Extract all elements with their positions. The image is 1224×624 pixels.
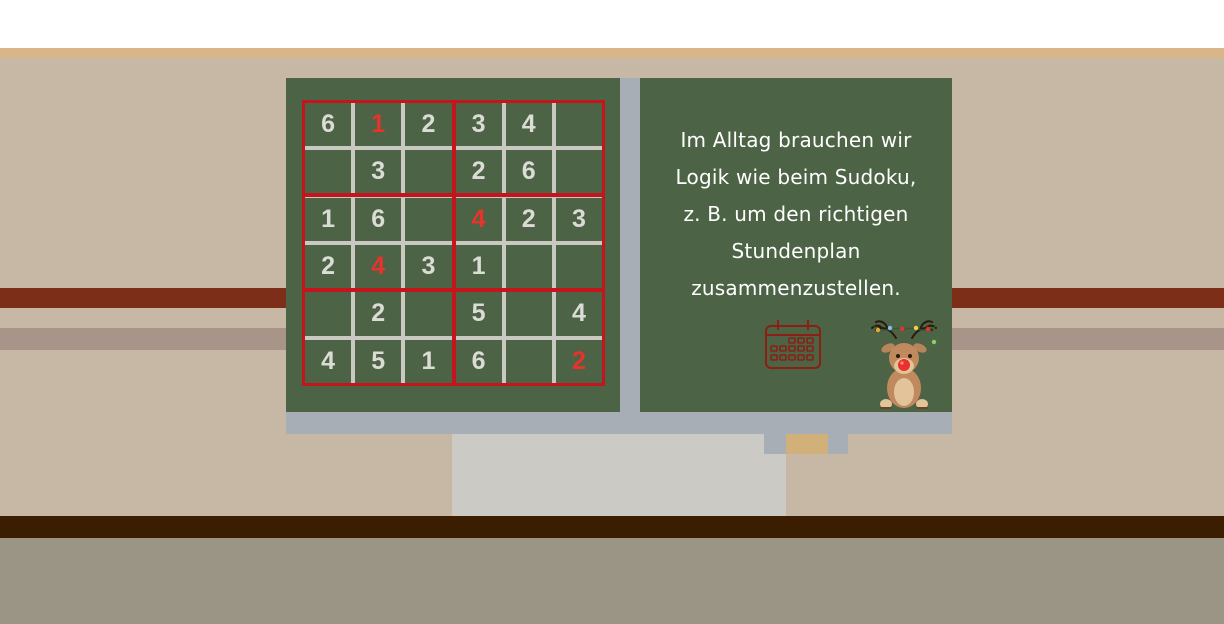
board-sponge [786, 434, 828, 454]
sudoku-cell-empty[interactable] [505, 339, 552, 383]
sudoku-cell[interactable]: 3 [455, 103, 502, 147]
sudoku-cell[interactable]: 2 [305, 244, 352, 289]
sudoku-cell[interactable]: 2 [505, 197, 552, 241]
sudoku-cell-empty[interactable] [305, 292, 352, 336]
board-text-line: zusammenzustellen. [691, 276, 901, 300]
sudoku-cell[interactable]: 5 [455, 292, 502, 336]
sudoku-cell-empty[interactable] [555, 150, 602, 194]
sudoku-box-divider-horizontal [302, 193, 605, 197]
sudoku-cell[interactable]: 6 [455, 339, 502, 383]
teacher-desk [452, 434, 786, 516]
sudoku-cell[interactable]: 3 [405, 244, 452, 289]
sudoku-cell[interactable]: 2 [455, 150, 502, 194]
sudoku-cell-empty[interactable] [505, 244, 552, 289]
calendar-icon [765, 320, 821, 369]
sudoku-cell[interactable]: 3 [355, 150, 402, 194]
board-text-line: Logik wie beim Sudoku, [675, 165, 917, 189]
sudoku-cell[interactable]: 4 [355, 244, 402, 289]
sudoku-cell[interactable]: 4 [505, 103, 552, 147]
sudoku-cell[interactable]: 4 [455, 197, 502, 241]
sudoku-cell[interactable]: 3 [555, 197, 602, 241]
sudoku-cell-empty[interactable] [405, 292, 452, 336]
sudoku-cell[interactable]: 2 [405, 103, 452, 147]
sudoku-box-divider-horizontal [302, 288, 605, 292]
board-text-line: Stundenplan [731, 239, 861, 263]
sudoku-box-divider-vertical [452, 100, 456, 386]
sudoku-cell[interactable]: 4 [305, 339, 352, 383]
board-text: Im Alltag brauchen wir Logik wie beim Su… [648, 122, 944, 307]
board-text-line: z. B. um den richtigen [683, 202, 909, 226]
sudoku-cell[interactable]: 6 [355, 197, 402, 241]
sudoku-cell[interactable]: 2 [555, 339, 602, 383]
sudoku-cell[interactable]: 6 [505, 150, 552, 194]
ceiling-trim [0, 48, 1224, 58]
sudoku-cell-empty[interactable] [405, 197, 452, 241]
sudoku-cell-empty[interactable] [555, 244, 602, 289]
sudoku-cell[interactable]: 1 [455, 244, 502, 289]
reindeer-illustration [871, 320, 937, 409]
sudoku-cell[interactable]: 1 [305, 197, 352, 241]
sudoku-cell-empty[interactable] [305, 150, 352, 194]
sudoku-cell-empty[interactable] [505, 292, 552, 336]
floor [0, 538, 1224, 624]
sudoku-cell[interactable]: 5 [355, 339, 402, 383]
sudoku-cell[interactable]: 1 [355, 103, 402, 147]
sudoku-cell[interactable]: 1 [405, 339, 452, 383]
sudoku-cell[interactable]: 4 [555, 292, 602, 336]
sudoku-cell[interactable]: 6 [305, 103, 352, 147]
board-text-line: Im Alltag brauchen wir [680, 128, 912, 152]
sudoku-cell[interactable]: 2 [355, 292, 402, 336]
sudoku-cell-empty[interactable] [555, 103, 602, 147]
baseboard [0, 516, 1224, 538]
sudoku-cell-empty[interactable] [405, 150, 452, 194]
